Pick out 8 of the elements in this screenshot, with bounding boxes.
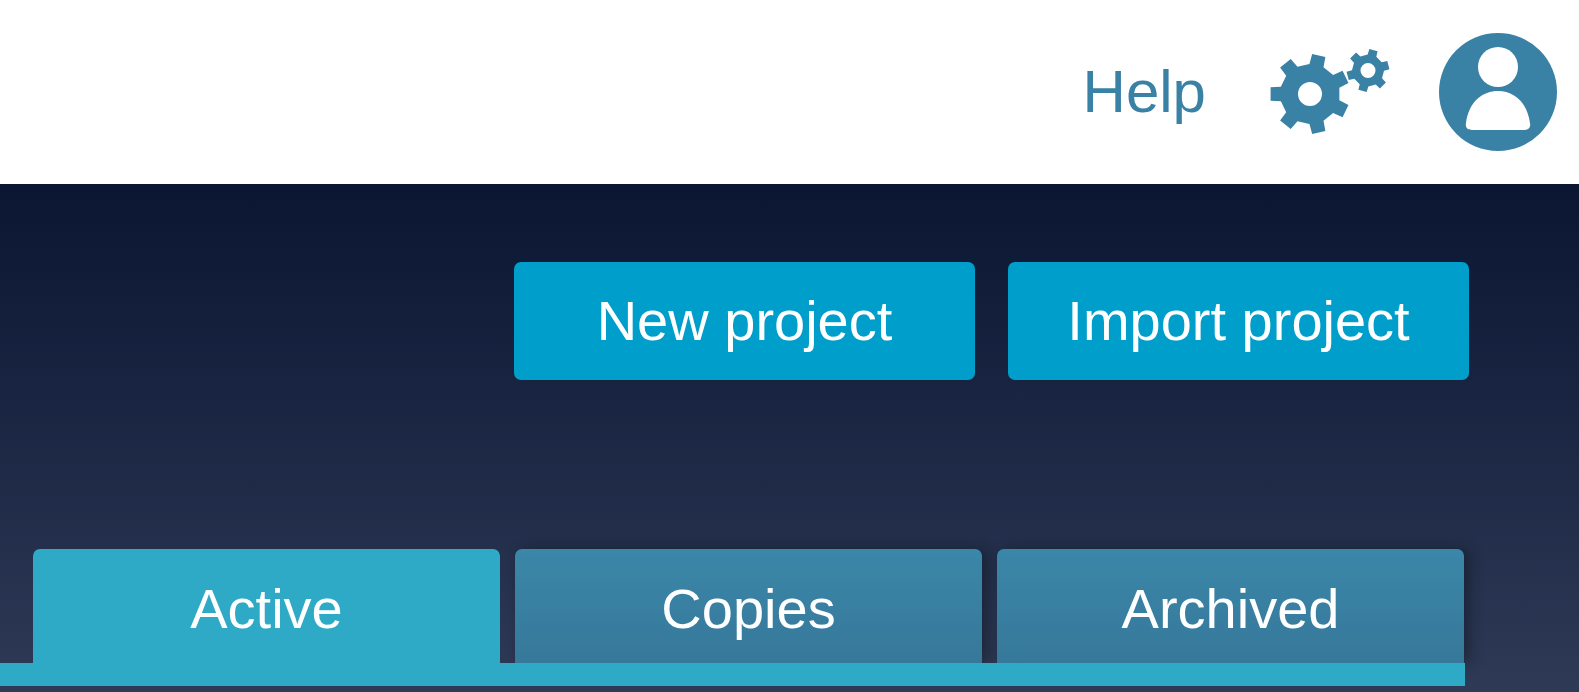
action-button[interactable]: New project xyxy=(514,262,975,380)
action-button[interactable]: Import project xyxy=(1008,262,1469,380)
user-avatar-icon[interactable] xyxy=(1439,33,1557,151)
settings-gears-icon[interactable] xyxy=(1270,48,1391,134)
tab[interactable]: Active xyxy=(33,549,500,663)
tab[interactable]: Copies xyxy=(515,549,982,663)
tab[interactable]: Archived xyxy=(997,549,1464,663)
help-link[interactable]: Help xyxy=(1082,62,1206,122)
